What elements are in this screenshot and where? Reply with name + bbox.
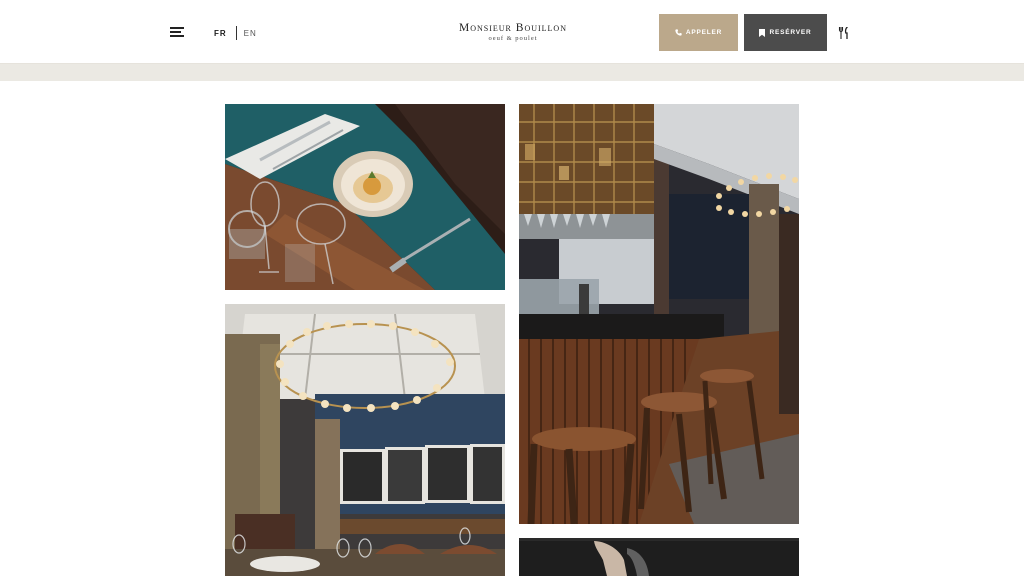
gallery-photo-hand[interactable] xyxy=(519,538,799,576)
language-en[interactable]: EN xyxy=(244,29,257,38)
call-button[interactable]: APPELER xyxy=(659,14,738,51)
gallery-photo-bar[interactable] xyxy=(519,104,799,524)
site-logo[interactable]: Monsieur Bouillon oeuf & poulet xyxy=(452,22,574,43)
hamburger-menu-icon[interactable] xyxy=(170,26,184,38)
reserve-button-label: RESÉRVER xyxy=(769,29,812,36)
site-header: FR EN Monsieur Bouillon oeuf & poulet AP… xyxy=(0,0,1024,64)
logo-name: Monsieur Bouillon xyxy=(459,22,567,34)
header-band xyxy=(0,64,1024,81)
language-switcher: FR EN xyxy=(214,26,257,40)
gallery-photo-table-setting[interactable] xyxy=(225,104,505,290)
bookmark-icon xyxy=(759,28,766,37)
reserve-button[interactable]: RESÉRVER xyxy=(744,14,827,51)
language-divider xyxy=(235,26,237,40)
call-button-label: APPELER xyxy=(685,29,723,36)
logo-tagline: oeuf & poulet xyxy=(488,35,538,42)
gallery-photo-dining-room[interactable] xyxy=(225,304,505,576)
language-fr[interactable]: FR xyxy=(214,29,227,38)
fork-knife-icon[interactable] xyxy=(838,26,850,39)
phone-icon xyxy=(675,29,682,36)
